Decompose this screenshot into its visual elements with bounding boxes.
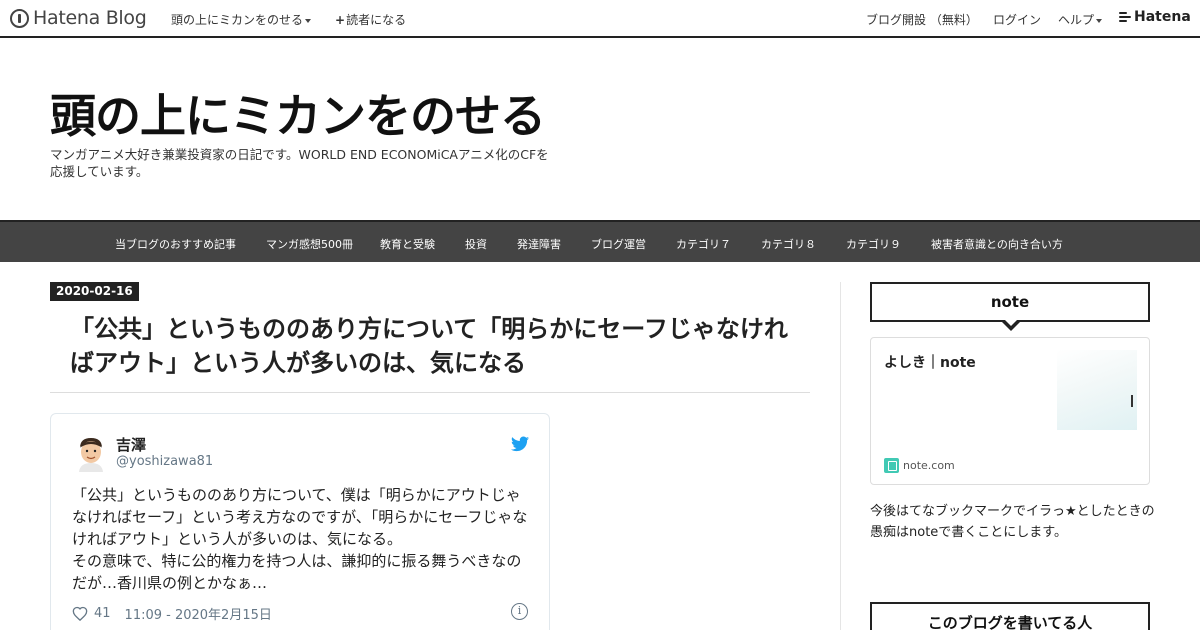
entry-date[interactable]: 2020-02-16: [50, 282, 139, 301]
entry-title[interactable]: 「公共」というもののあり方について「明らかにセーフじゃなければアウト」という人が…: [70, 312, 800, 380]
card-site-label: note.com: [903, 459, 955, 472]
help-dropdown[interactable]: ヘルプ: [1058, 11, 1103, 28]
tweet-meta: 41 11:09 - 2020年2月15日: [72, 604, 272, 623]
category-nav: 当ブログのおすすめ記事 マンガ感想500冊 教育と受験 投資 発達障害 ブログ運…: [0, 220, 1200, 262]
hatena-label: Hatena: [1134, 9, 1191, 25]
sidebar-note-text: 今後はてなブックマークでイラっ★としたときの愚痴はnoteで書くことにします。: [870, 504, 1155, 540]
category-nav-item[interactable]: カテゴリ８: [761, 236, 816, 252]
tweet-author-name[interactable]: 吉澤: [116, 434, 146, 455]
category-nav-item[interactable]: 被害者意識との向き合い方: [931, 236, 1063, 252]
category-nav-item[interactable]: 当ブログのおすすめ記事: [115, 236, 236, 252]
category-nav-item[interactable]: マンガ感想500冊: [266, 236, 353, 252]
blog-menu-dropdown[interactable]: 頭の上にミカンをのせる: [171, 11, 312, 28]
chevron-down-icon: [1096, 18, 1103, 23]
open-blog-label: ブログ開設 （無料）: [866, 13, 978, 27]
chevron-down-icon: [305, 18, 312, 23]
card-title: よしき｜note: [884, 355, 976, 371]
card-thumbnail: [1057, 350, 1137, 430]
category-nav-item[interactable]: 教育と受験: [380, 236, 435, 252]
hatena-logo-icon: [1119, 12, 1131, 22]
note-link-card[interactable]: よしき｜note note.com: [870, 337, 1150, 485]
category-nav-item[interactable]: 投資: [465, 236, 487, 252]
blog-menu-label: 頭の上にミカンをのせる: [171, 13, 304, 27]
sidebar-heading-note: note: [870, 282, 1150, 331]
tweet-author-handle[interactable]: @yoshizawa81: [116, 454, 213, 469]
blog-description: マンガアニメ大好き兼業投資家の日記です。WORLD END ECONOMiCAア…: [50, 147, 549, 179]
sidebar-heading-author: このブログを書いてる人: [870, 602, 1150, 630]
open-blog-link[interactable]: ブログ開設 （無料）: [866, 11, 978, 28]
info-icon[interactable]: i: [511, 603, 528, 620]
login-link[interactable]: ログイン: [993, 11, 1041, 28]
sidebar-heading-label: note: [990, 293, 1030, 311]
subscribe-button[interactable]: +読者になる: [335, 11, 406, 28]
hatena-link[interactable]: Hatena: [1119, 9, 1191, 25]
category-nav-item[interactable]: 発達障害: [517, 236, 561, 252]
tweet-text: 「公共」というもののあり方について、僕は「明らかにアウトじゃなければセーフ」とい…: [72, 486, 528, 592]
note-favicon-icon: [884, 458, 899, 473]
hatena-blog-logo[interactable]: Hatena Blog: [10, 7, 147, 29]
avatar[interactable]: [76, 436, 106, 472]
hatena-blog-logo-icon: [10, 8, 29, 28]
category-nav-item[interactable]: ブログ運営: [591, 236, 646, 252]
embedded-tweet: 吉澤 @yoshizawa81 「公共」というもののあり方について、僕は「明らか…: [50, 413, 550, 630]
logo-text: Hatena Blog: [33, 7, 147, 29]
sidebar-divider: [840, 282, 841, 630]
global-header: Hatena Blog 頭の上にミカンをのせる +読者になる ブログ開設 （無料…: [0, 0, 1200, 38]
title-divider: [50, 392, 810, 393]
login-label: ログイン: [993, 13, 1042, 27]
heading-arrow: [1001, 319, 1021, 331]
like-count[interactable]: 41: [94, 606, 111, 621]
blog-title[interactable]: 頭の上にミカンをのせる: [50, 80, 546, 146]
category-nav-item[interactable]: カテゴリ９: [846, 236, 901, 252]
tweet-timestamp[interactable]: 11:09 - 2020年2月15日: [125, 604, 272, 623]
help-label: ヘルプ: [1058, 13, 1095, 27]
subscribe-label: 読者になる: [346, 13, 407, 27]
twitter-bird-icon[interactable]: [511, 436, 529, 452]
card-site: note.com: [884, 458, 955, 473]
heart-icon[interactable]: [72, 606, 88, 621]
plus-icon: +: [335, 13, 346, 27]
sidebar-heading-label: このブログを書いてる人: [927, 614, 1093, 630]
category-nav-item[interactable]: カテゴリ７: [676, 236, 731, 252]
